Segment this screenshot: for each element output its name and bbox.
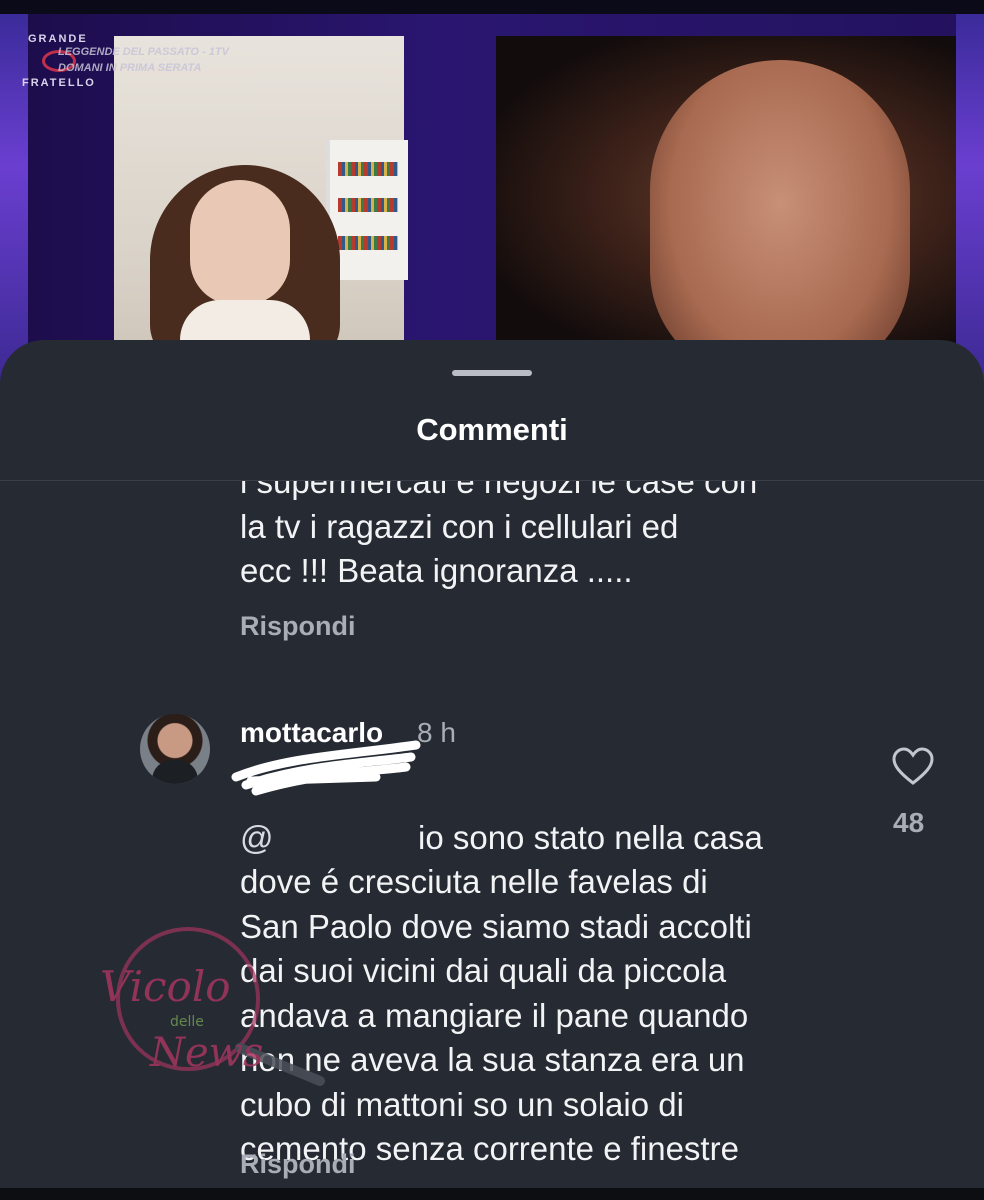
sheet-title: Commenti (416, 412, 568, 447)
like-count: 48 (893, 807, 925, 838)
stage-frame-right (956, 14, 984, 394)
person-right-face (650, 60, 910, 380)
reply-button[interactable]: Rispondi (240, 1149, 356, 1180)
comments-sheet: Commenti i supermercati e negozi le case… (0, 340, 984, 1200)
watermark-line3: News (149, 1030, 263, 1076)
reply-button[interactable]: Rispondi (240, 611, 356, 642)
grab-handle[interactable] (452, 370, 532, 376)
tv-caption: LEGGENDE DEL PASSATO - 1TV DOMANI IN PRI… (58, 44, 229, 76)
redaction-scribble (231, 740, 421, 796)
person-left-face (190, 180, 290, 305)
watermark-line1: Vicolo (100, 962, 231, 1011)
tv-caption-line1: LEGGENDE DEL PASSATO - 1TV (58, 46, 229, 58)
bottom-edge (0, 1188, 984, 1200)
tv-caption-line2: DOMANI IN PRIMA SERATA (58, 62, 202, 74)
comments-list[interactable]: i supermercati e negozi le case con la t… (0, 481, 984, 1200)
comment-text: i supermercati e negozi le case con la t… (240, 481, 758, 589)
avatar[interactable] (140, 714, 210, 784)
watermark-logo: Vicolo delle News (100, 927, 325, 1086)
heart-icon[interactable] (892, 747, 934, 787)
watermark-line2: delle (170, 1014, 204, 1030)
